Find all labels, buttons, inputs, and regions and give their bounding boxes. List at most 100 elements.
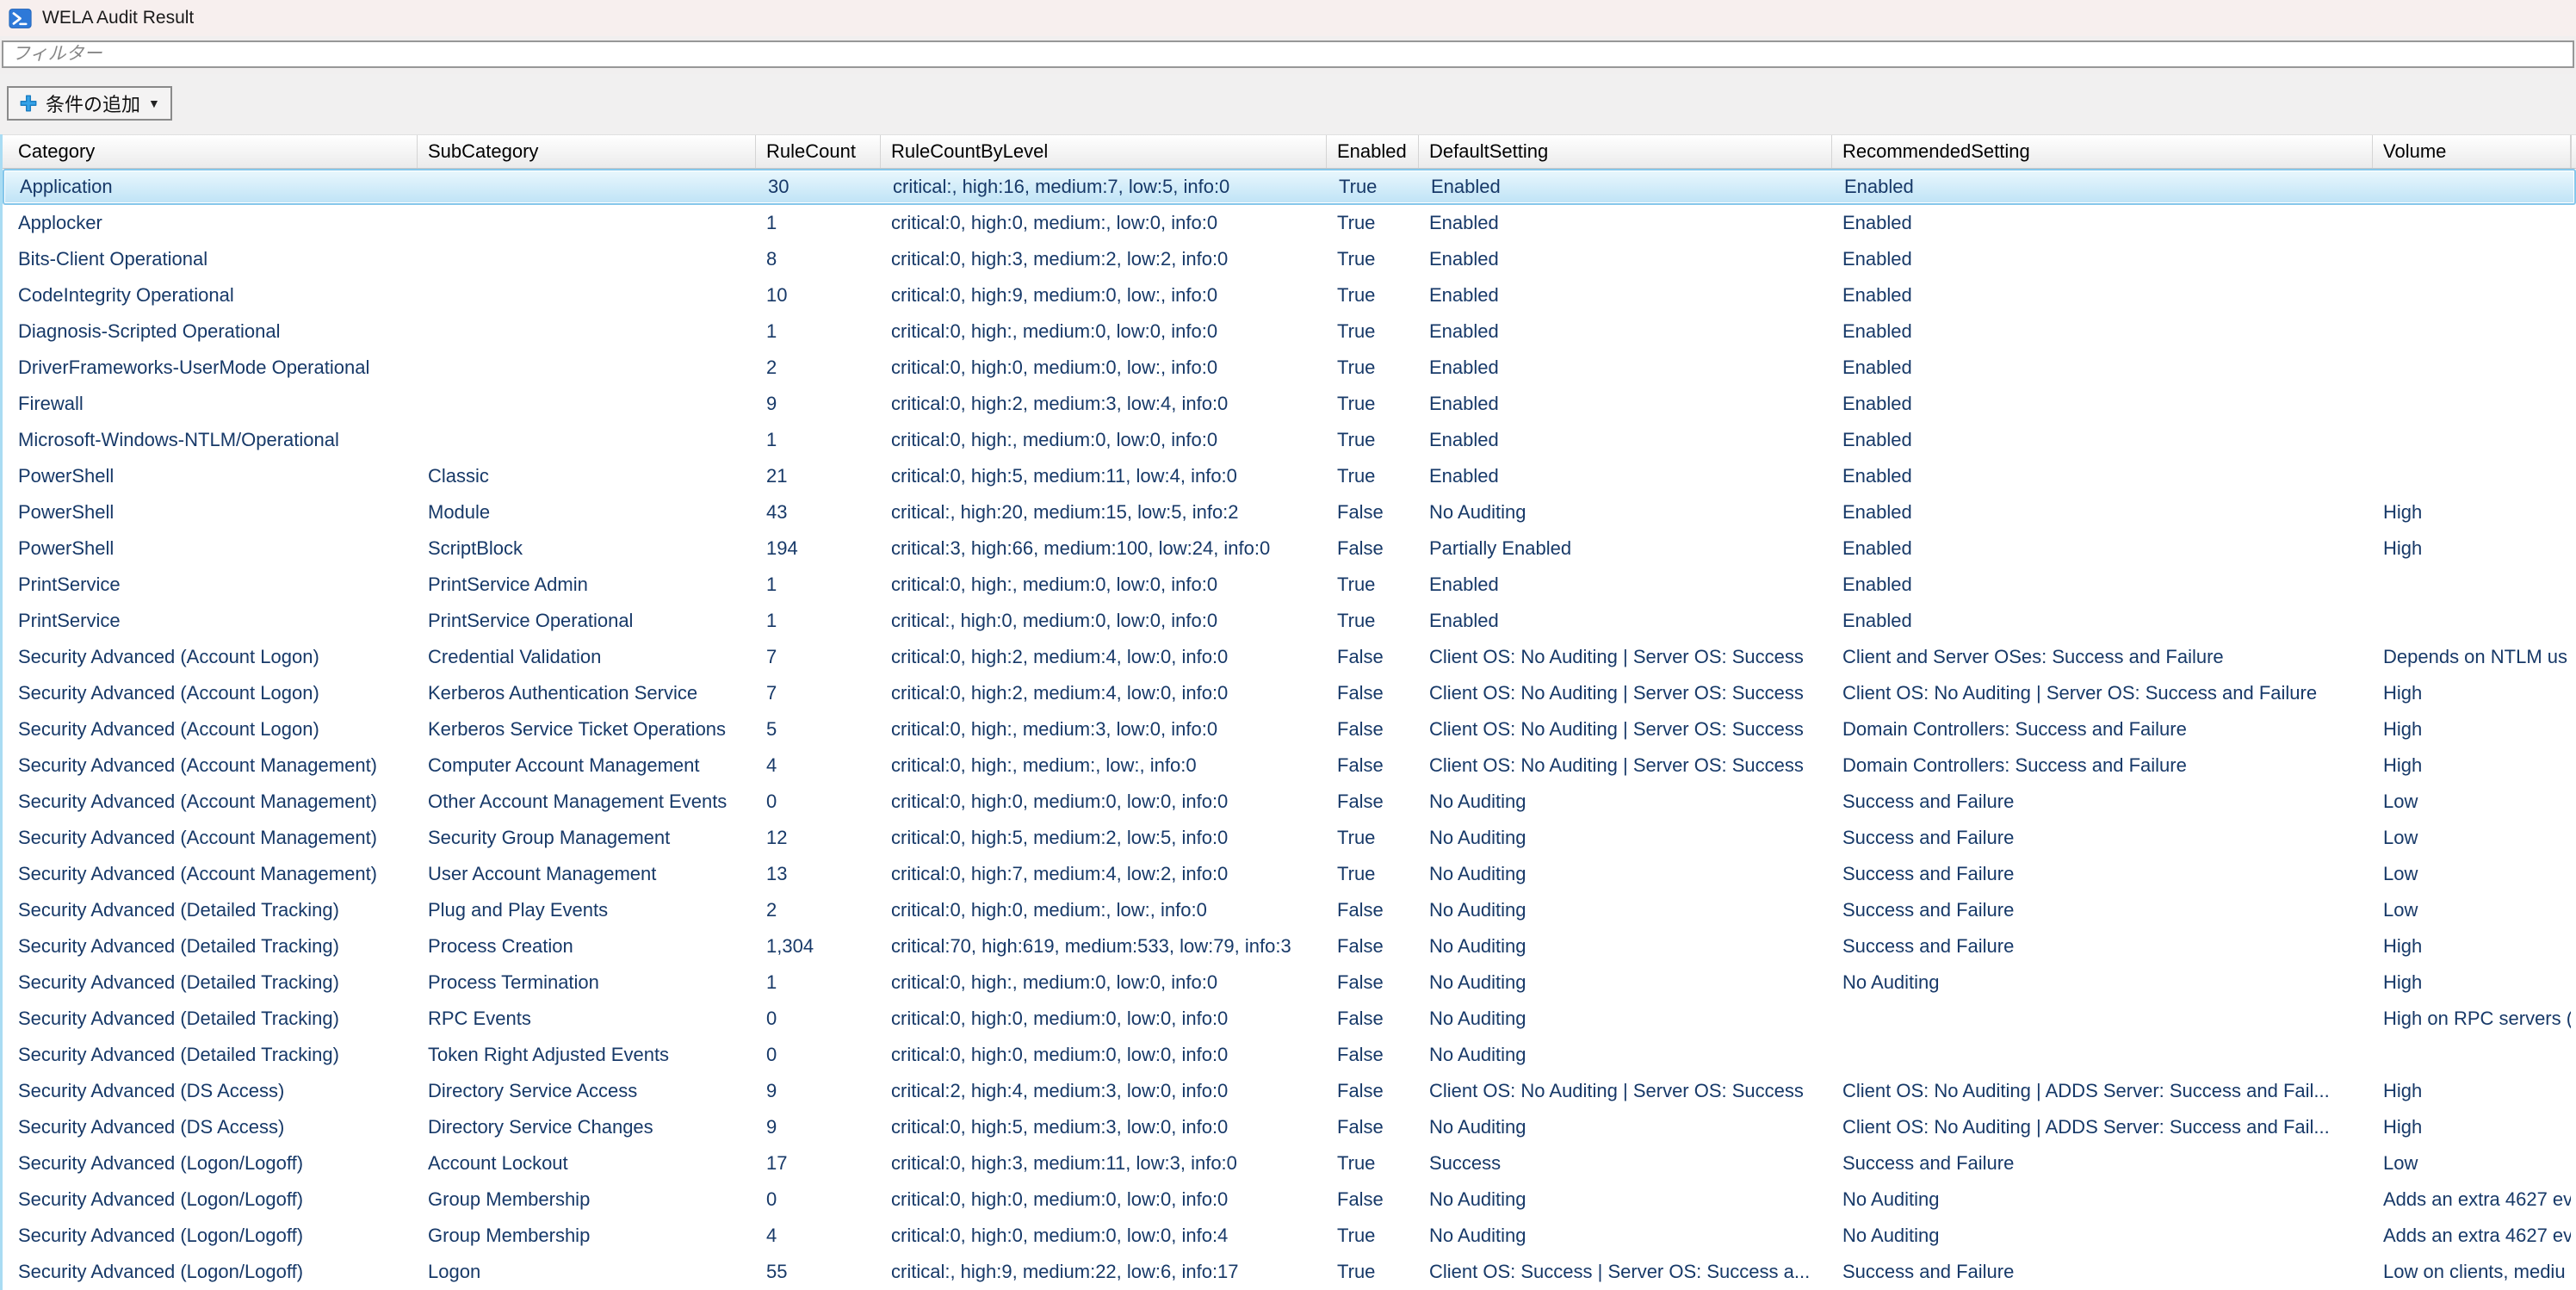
table-row[interactable]: Security Advanced (Detailed Tracking)Tok… (3, 1037, 2576, 1073)
table-row[interactable]: Security Advanced (Detailed Tracking)Plu… (3, 892, 2576, 928)
cell-subcategory: User Account Management (418, 863, 756, 885)
column-header-rulecount[interactable]: RuleCount (756, 135, 881, 168)
table-row[interactable]: Bits-Client Operational8critical:0, high… (3, 241, 2576, 277)
cell-category: Security Advanced (Detailed Tracking) (3, 1008, 418, 1030)
column-header-rulecountbylevel[interactable]: RuleCountByLevel (881, 135, 1327, 168)
table-row[interactable]: CodeIntegrity Operational10critical:0, h… (3, 277, 2576, 313)
cell-volume: Low (2373, 899, 2571, 921)
cell-rulecount: 13 (756, 863, 881, 885)
table-row[interactable]: Security Advanced (Account Management)Se… (3, 820, 2576, 856)
cell-rulecount: 194 (756, 537, 881, 560)
table-row[interactable]: Security Advanced (Account Logon)Kerbero… (3, 711, 2576, 747)
cell-rulecount: 2 (756, 899, 881, 921)
cell-subcategory: Directory Service Access (418, 1080, 756, 1102)
cell-rulecount: 4 (756, 1225, 881, 1247)
table-row[interactable]: Security Advanced (Logon/Logoff)Logon55c… (3, 1254, 2576, 1290)
cell-enabled: True (1327, 574, 1419, 596)
cell-volume: High (2373, 971, 2571, 994)
cell-rulecountbylevel: critical:0, high:0, medium:, low:0, info… (881, 212, 1327, 234)
cell-volume: Adds an extra 4627 ev (2373, 1225, 2571, 1247)
cell-rulecount: 1,304 (756, 935, 881, 958)
cell-defaultsetting: Enabled (1419, 610, 1832, 632)
cell-category: Firewall (3, 393, 418, 415)
cell-subcategory: Computer Account Management (418, 754, 756, 777)
cell-subcategory: PrintService Admin (418, 574, 756, 596)
cell-category: Security Advanced (Detailed Tracking) (3, 971, 418, 994)
cell-recommendedsetting: Client OS: No Auditing | ADDS Server: Su… (1832, 1116, 2373, 1138)
column-header-recommendedsetting[interactable]: RecommendedSetting (1832, 135, 2373, 168)
table-row[interactable]: Security Advanced (Account Management)Us… (3, 856, 2576, 892)
cell-subcategory: Group Membership (418, 1188, 756, 1211)
cell-defaultsetting: No Auditing (1419, 791, 1832, 813)
column-header-filler (2571, 135, 2576, 168)
table-row[interactable]: Security Advanced (DS Access)Directory S… (3, 1073, 2576, 1109)
cell-subcategory: Credential Validation (418, 646, 756, 668)
table-row[interactable]: Applocker1critical:0, high:0, medium:, l… (3, 205, 2576, 241)
table-row[interactable]: Diagnosis-Scripted Operational1critical:… (3, 313, 2576, 350)
column-header-subcategory[interactable]: SubCategory (418, 135, 756, 168)
cell-rulecount: 0 (756, 791, 881, 813)
table-row[interactable]: Security Advanced (Detailed Tracking)RPC… (3, 1001, 2576, 1037)
cell-volume: High (2373, 537, 2571, 560)
cell-subcategory: Directory Service Changes (418, 1116, 756, 1138)
cell-recommendedsetting: Domain Controllers: Success and Failure (1832, 718, 2373, 741)
table-row[interactable]: Security Advanced (Account Logon)Credent… (3, 639, 2576, 675)
column-header-volume[interactable]: Volume (2373, 135, 2571, 168)
cell-volume: Low (2373, 791, 2571, 813)
cell-rulecount: 0 (756, 1044, 881, 1066)
filter-input[interactable] (2, 40, 2574, 68)
cell-rulecountbylevel: critical:70, high:619, medium:533, low:7… (881, 935, 1327, 958)
cell-rulecountbylevel: critical:3, high:66, medium:100, low:24,… (881, 537, 1327, 560)
cell-recommendedsetting: Client OS: No Auditing | Server OS: Succ… (1832, 682, 2373, 704)
cell-volume: Low on clients, mediu (2373, 1261, 2571, 1283)
table-row[interactable]: DriverFrameworks-UserMode Operational2cr… (3, 350, 2576, 386)
add-condition-button[interactable]: 条件の追加 ▼ (7, 86, 172, 121)
cell-rulecountbylevel: critical:0, high:0, medium:, low:, info:… (881, 899, 1327, 921)
table-row[interactable]: PrintServicePrintService Operational1cri… (3, 603, 2576, 639)
cell-rulecount: 4 (756, 754, 881, 777)
cell-category: Security Advanced (Account Logon) (3, 718, 418, 741)
cell-defaultsetting: No Auditing (1419, 935, 1832, 958)
cell-rulecountbylevel: critical:0, high:2, medium:3, low:4, inf… (881, 393, 1327, 415)
table-row[interactable]: Security Advanced (Logon/Logoff)Group Me… (3, 1181, 2576, 1218)
cell-defaultsetting: No Auditing (1419, 1116, 1832, 1138)
table-row[interactable]: Security Advanced (Detailed Tracking)Pro… (3, 964, 2576, 1001)
cell-category: Security Advanced (Account Logon) (3, 682, 418, 704)
window-title: WELA Audit Result (42, 8, 194, 28)
cell-recommendedsetting: Client and Server OSes: Success and Fail… (1832, 646, 2373, 668)
column-header-enabled[interactable]: Enabled (1327, 135, 1419, 168)
table-row[interactable]: Security Advanced (Account Logon)Kerbero… (3, 675, 2576, 711)
table-row[interactable]: Security Advanced (Account Management)Co… (3, 747, 2576, 784)
table-row[interactable]: PowerShellModule43critical:, high:20, me… (3, 494, 2576, 530)
cell-defaultsetting: No Auditing (1419, 899, 1832, 921)
cell-volume: High (2373, 1116, 2571, 1138)
table-row[interactable]: Firewall9critical:0, high:2, medium:3, l… (3, 386, 2576, 422)
cell-category: PowerShell (3, 465, 418, 487)
table-row[interactable]: Security Advanced (Account Management)Ot… (3, 784, 2576, 820)
cell-subcategory: Classic (418, 465, 756, 487)
table-row[interactable]: Security Advanced (Logon/Logoff)Group Me… (3, 1218, 2576, 1254)
cell-enabled: False (1327, 1116, 1419, 1138)
cell-defaultsetting: No Auditing (1419, 501, 1832, 524)
table-row[interactable]: Application30critical:, high:16, medium:… (3, 169, 2576, 205)
cell-enabled: False (1327, 791, 1419, 813)
column-header-defaultsetting[interactable]: DefaultSetting (1419, 135, 1832, 168)
table-row[interactable]: Security Advanced (DS Access)Directory S… (3, 1109, 2576, 1145)
cell-defaultsetting: No Auditing (1419, 971, 1832, 994)
table-row[interactable]: Security Advanced (Logon/Logoff)Account … (3, 1145, 2576, 1181)
table-row[interactable]: PowerShellScriptBlock194critical:3, high… (3, 530, 2576, 567)
cell-category: Security Advanced (DS Access) (3, 1080, 418, 1102)
cell-enabled: False (1327, 899, 1419, 921)
cell-rulecount: 17 (756, 1152, 881, 1175)
cell-recommendedsetting: Domain Controllers: Success and Failure (1832, 754, 2373, 777)
table-row[interactable]: Security Advanced (Detailed Tracking)Pro… (3, 928, 2576, 964)
cell-category: Security Advanced (DS Access) (3, 1116, 418, 1138)
column-header-category[interactable]: Category (3, 135, 418, 168)
cell-category: Security Advanced (Account Logon) (3, 646, 418, 668)
cell-recommendedsetting: Enabled (1832, 320, 2373, 343)
table-row[interactable]: PrintServicePrintService Admin1critical:… (3, 567, 2576, 603)
table-row[interactable]: PowerShellClassic21critical:0, high:5, m… (3, 458, 2576, 494)
cell-enabled: True (1327, 1152, 1419, 1175)
table-row[interactable]: Microsoft-Windows-NTLM/Operational1criti… (3, 422, 2576, 458)
table-header-row: CategorySubCategoryRuleCountRuleCountByL… (3, 134, 2576, 169)
